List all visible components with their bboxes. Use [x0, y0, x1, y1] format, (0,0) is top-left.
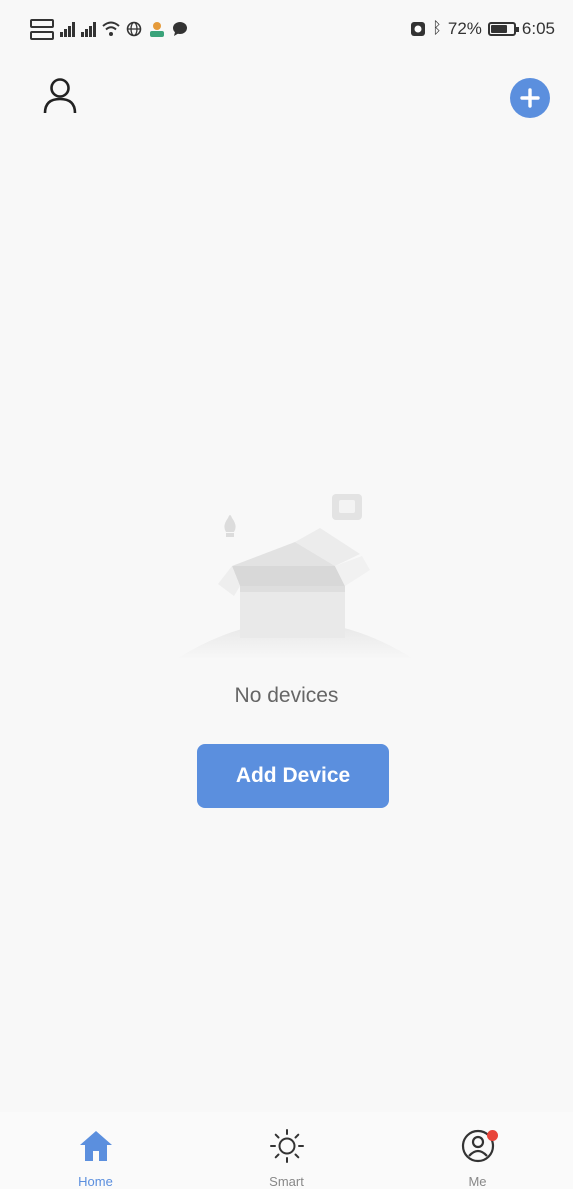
home-icon — [76, 1128, 116, 1164]
globe-icon — [126, 21, 142, 37]
bluetooth-icon: ᛒ — [432, 20, 442, 37]
bulb-icon — [224, 515, 236, 537]
add-button[interactable] — [510, 78, 550, 118]
nav-label-me: Me — [468, 1174, 487, 1189]
battery-fill — [490, 25, 507, 33]
bottom-nav: Home Smart Me — [0, 1112, 573, 1189]
battery-percentage: 72% — [447, 19, 482, 38]
profile-icon — [458, 1128, 498, 1164]
notification-dot — [486, 1130, 498, 1141]
alarm-icon — [411, 22, 426, 36]
message-icon — [173, 22, 187, 36]
nav-item-me[interactable]: Me — [382, 1112, 573, 1189]
home-screen: ᛒ 72% 6:05 No devices Add Device Home Sm… — [0, 0, 573, 1189]
add-device-button[interactable]: Add Device — [197, 744, 389, 808]
status-bar: ᛒ 72% 6:05 — [0, 0, 573, 58]
sim-cards-icon — [30, 18, 54, 40]
signal-strength-icon-2 — [81, 21, 96, 37]
status-right: ᛒ 72% 6:05 — [410, 19, 555, 39]
wifi-icon — [102, 21, 120, 36]
status-left — [30, 18, 188, 40]
device-square-icon — [332, 494, 362, 520]
nav-item-home[interactable]: Home — [0, 1112, 191, 1189]
sun-icon — [267, 1128, 307, 1164]
plus-icon — [520, 88, 540, 108]
empty-box-illustration — [175, 494, 415, 660]
empty-state-message: No devices — [234, 684, 339, 707]
nav-label-smart: Smart — [269, 1174, 304, 1189]
app-notification-icon — [150, 22, 164, 37]
user-icon — [43, 78, 77, 114]
user-button[interactable] — [38, 74, 82, 118]
status-time: 6:05 — [521, 19, 555, 38]
open-box — [218, 528, 370, 638]
nav-item-smart[interactable]: Smart — [191, 1112, 382, 1189]
battery-icon — [487, 22, 519, 36]
signal-strength-icon — [60, 21, 75, 37]
nav-label-home: Home — [78, 1174, 113, 1189]
